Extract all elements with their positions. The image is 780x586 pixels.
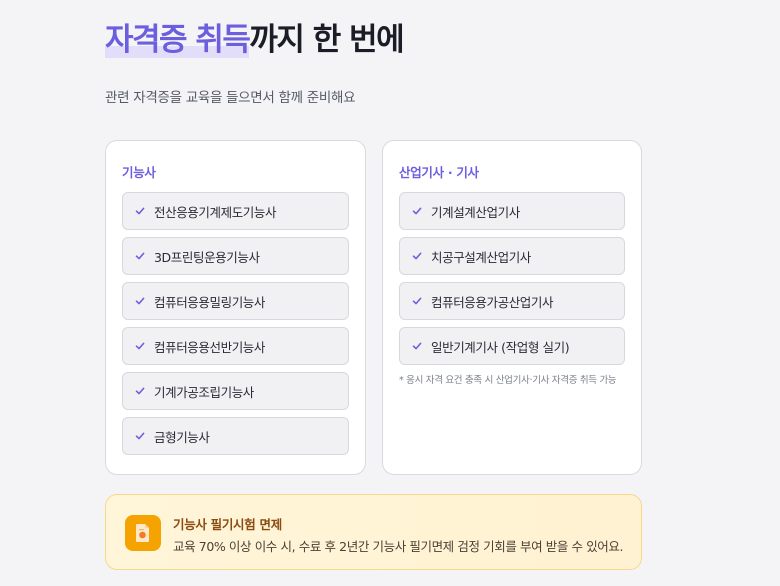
check-icon [135, 432, 145, 440]
headline-rest: 까지 한 번에 [249, 22, 404, 58]
check-icon [412, 297, 422, 305]
check-icon [412, 207, 422, 215]
cert-list: 전산응용기계제도기능사 3D프린팅운용기능사 컴퓨터응용밀링기능사 컴퓨터응용선… [122, 192, 349, 462]
check-icon [412, 252, 422, 260]
check-icon [135, 207, 145, 215]
cert-label: 치공구설계산업기사 [431, 249, 531, 265]
cert-item: 컴퓨터응용밀링기능사 [122, 282, 349, 320]
cert-label: 컴퓨터응용선반기능사 [154, 339, 266, 355]
banner-title: 기능사 필기시험 면제 [173, 517, 282, 532]
check-icon [135, 387, 145, 395]
cert-label: 3D프린팅운용기능사 [154, 249, 260, 265]
check-icon [135, 252, 145, 260]
check-icon [135, 342, 145, 350]
cert-label: 컴퓨터응용밀링기능사 [154, 294, 266, 310]
cert-list: 기계설계산업기사 치공구설계산업기사 컴퓨터응용가공산업기사 일반기계기사 (작… [399, 192, 625, 372]
cert-label: 일반기계기사 (작업형 실기) [431, 339, 570, 355]
card-title: 기능사 [122, 165, 156, 180]
cert-label: 컴퓨터응용가공산업기사 [431, 294, 554, 310]
check-icon [412, 342, 422, 350]
cert-item: 컴퓨터응용가공산업기사 [399, 282, 625, 320]
cert-item: 전산응용기계제도기능사 [122, 192, 349, 230]
check-icon [135, 297, 145, 305]
headline-highlight: 자격증 취득 [105, 22, 251, 58]
cert-item: 3D프린팅운용기능사 [122, 237, 349, 275]
cert-item: 일반기계기사 (작업형 실기) [399, 327, 625, 365]
eligibility-note: * 응시 자격 요건 충족 시 산업기사·기사 자격증 취득 가능 [399, 375, 617, 386]
banner-text: 교육 70% 이상 이수 시, 수료 후 2년간 기능사 필기면제 검정 기회를… [173, 539, 624, 554]
cert-label: 금형기능사 [154, 429, 210, 445]
cert-item: 기계설계산업기사 [399, 192, 625, 230]
cert-label: 기계설계산업기사 [431, 204, 520, 220]
exemption-banner: 기능사 필기시험 면제 교육 70% 이상 이수 시, 수료 후 2년간 기능사… [105, 494, 642, 570]
page-headline: 자격증 취득까지 한 번에 [105, 20, 405, 60]
cert-item: 컴퓨터응용선반기능사 [122, 327, 349, 365]
cert-item: 금형기능사 [122, 417, 349, 455]
cert-item: 기계가공조립기능사 [122, 372, 349, 410]
cert-label: 기계가공조립기능사 [154, 384, 254, 400]
document-icon [125, 515, 161, 551]
cert-item: 치공구설계산업기사 [399, 237, 625, 275]
card-title: 산업기사 · 기사 [399, 165, 479, 180]
page-subtitle: 관련 자격증을 교육을 들으면서 함께 준비해요 [105, 90, 356, 106]
engineer-cert-card: 산업기사 · 기사 기계설계산업기사 치공구설계산업기사 컴퓨터응용가공산업기사… [382, 140, 642, 475]
craftsman-cert-card: 기능사 전산응용기계제도기능사 3D프린팅운용기능사 컴퓨터응용밀링기능사 컴퓨… [105, 140, 366, 475]
cert-label: 전산응용기계제도기능사 [154, 204, 277, 220]
